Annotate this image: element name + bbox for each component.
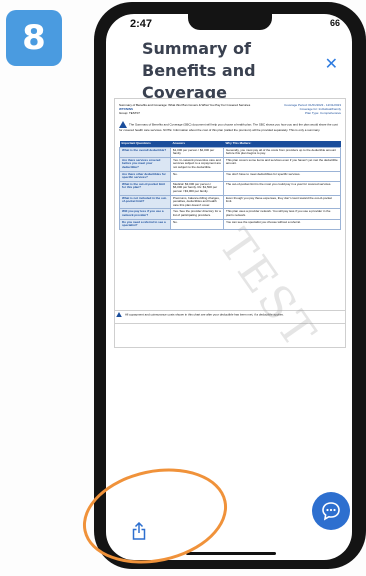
intro-text: The Summary of Benefits and Coverage (SB… <box>119 122 338 132</box>
table-row: What is the out-of-pocket limit for this… <box>119 180 341 196</box>
question-cell: What is not included in the out-of-pocke… <box>119 194 171 210</box>
why-cell: Generally, you must pay all of the costs… <box>223 146 341 158</box>
answer-cell: No. <box>170 170 224 182</box>
chat-button[interactable] <box>312 492 350 530</box>
question-cell: Are there other deductibles for specific… <box>119 170 171 182</box>
status-bar: 2:47 66 <box>106 14 352 36</box>
benefits-table: Important Questions Answers Why This Mat… <box>119 141 341 230</box>
document-head-right: Coverage Period: 01/01/2023 - 12/31/2023… <box>261 103 341 115</box>
answer-cell: $1,000 per person / $2,000 per family <box>170 146 224 158</box>
share-button[interactable] <box>132 521 146 545</box>
table-row: Are there services covered before you me… <box>119 156 341 172</box>
battery-icon: 66 <box>329 18 340 28</box>
document-subtitle: Summary of Benefits and Coverage: What t… <box>119 103 251 107</box>
table-row: Do you need a referral to see a speciali… <box>119 218 341 230</box>
answer-cell: Medical: $3,000 per person / $6,000 per … <box>170 180 224 196</box>
question-cell: Do you need a referral to see a speciali… <box>119 218 171 230</box>
question-cell: What is the overall deductible? <box>119 146 171 158</box>
answer-cell: Premiums, balance-billing charges, penal… <box>170 194 224 210</box>
table-row: Are there other deductibles for specific… <box>119 170 341 182</box>
document-footer: All copayment and coinsurance costs show… <box>114 310 346 324</box>
why-cell: The out-of-pocket limit is the most you … <box>223 180 341 196</box>
group-id: Group: TEST07 <box>119 111 140 115</box>
warning-icon <box>116 312 122 317</box>
status-time: 2:47 <box>130 18 153 30</box>
question-cell: Are there services covered before you me… <box>119 156 171 172</box>
table-row: What is not included in the out-of-pocke… <box>119 194 341 210</box>
table-row: What is the overall deductible? $1,000 pe… <box>119 146 341 158</box>
why-cell: Even though you pay these expenses, they… <box>223 194 341 210</box>
notch <box>188 14 272 30</box>
warning-icon <box>119 121 127 128</box>
document-head-left: Summary of Benefits and Coverage: What t… <box>119 103 259 115</box>
close-icon[interactable]: ✕ <box>325 54 338 73</box>
answer-cell: Yes. See the provider directory for a li… <box>170 208 224 220</box>
phone-screen: 2:47 66 Summary of Benefits and Coverage… <box>106 14 352 560</box>
answer-cell: Yes. In-network preventive care and serv… <box>170 156 224 172</box>
page-title: Summary of Benefits and Coverage <box>142 39 256 102</box>
document-intro: The Summary of Benefits and Coverage (SB… <box>119 121 341 132</box>
step-badge: 8 <box>6 10 62 66</box>
question-cell: Will you pay less if you use a network p… <box>119 208 171 220</box>
home-indicator <box>186 552 276 555</box>
why-cell: This plan covers some items and services… <box>223 156 341 172</box>
question-cell: What is the out-of-pocket limit for this… <box>119 180 171 196</box>
table-row: Will you pay less if you use a network p… <box>119 208 341 220</box>
plan-type: Plan Type: Comprehensive <box>305 111 341 115</box>
share-icon <box>132 521 146 540</box>
answer-cell: No. <box>170 218 224 230</box>
why-cell: This plan uses a provider network. You w… <box>223 208 341 220</box>
why-cell: You can see the specialist you choose wi… <box>223 218 341 230</box>
why-cell: You don't have to meet deductibles for s… <box>223 170 341 182</box>
chat-icon <box>322 502 340 521</box>
footer-text: All copayment and coinsurance costs show… <box>125 312 284 317</box>
